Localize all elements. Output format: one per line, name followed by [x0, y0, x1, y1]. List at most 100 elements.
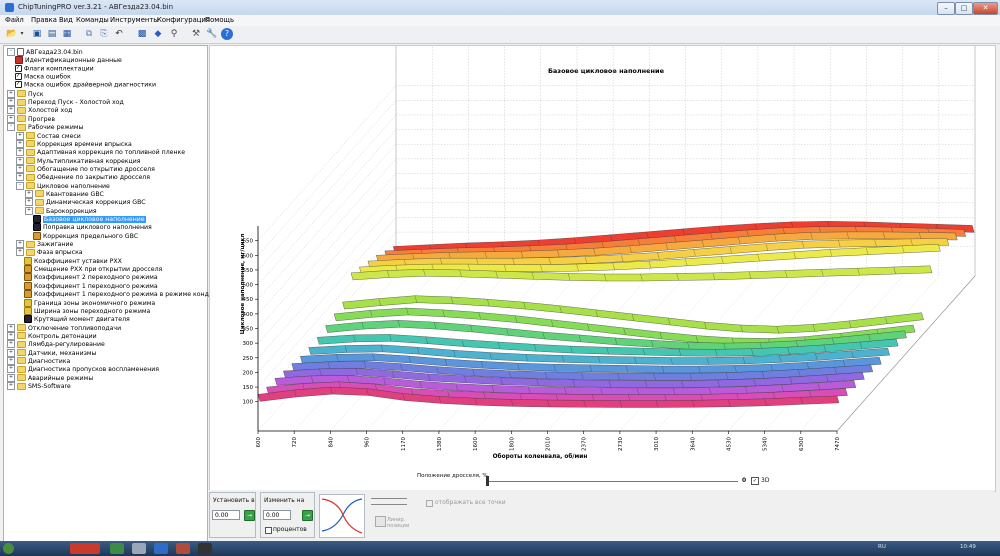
tree-item[interactable]: + Динамическая коррекция GBC	[25, 198, 146, 207]
tree-item[interactable]: + Состав смеси	[16, 131, 81, 140]
taskbar-lang[interactable]: RU	[878, 544, 886, 550]
menu-help[interactable]: Помощь	[205, 16, 234, 24]
tree-expander[interactable]: +	[16, 131, 24, 140]
taskbar-app-3[interactable]	[132, 543, 146, 554]
percent-checkbox[interactable]	[265, 527, 272, 534]
copy-icon[interactable]: ⧉	[83, 28, 95, 40]
save-as-icon[interactable]: ▤	[46, 28, 58, 40]
menu-view[interactable]: Вид	[59, 16, 73, 24]
minimize-button[interactable]: –	[937, 2, 955, 15]
tree-expander[interactable]: +	[7, 114, 15, 123]
tree-item-selected[interactable]: Базовое цикловое наполнение	[33, 215, 146, 223]
3d-checkbox[interactable]: ✓	[751, 477, 759, 485]
diamond-icon[interactable]: ◆	[152, 28, 164, 40]
tree-item[interactable]: + Мультипликативная коррекция	[16, 156, 140, 165]
tree-item[interactable]: Поправка циклового наполнения	[33, 223, 152, 232]
tree-expander[interactable]: +	[7, 356, 15, 365]
tree-item[interactable]: + Зажигание	[16, 240, 73, 249]
tree-expander[interactable]: +	[7, 106, 15, 115]
menu-config[interactable]: Конфигурация	[157, 16, 210, 24]
tree-expander[interactable]: +	[16, 156, 24, 165]
close-button[interactable]: ✕	[973, 2, 998, 15]
tree-item[interactable]: + Обеднение по закрытию дросселя	[16, 173, 150, 182]
maximize-button[interactable]: □	[955, 2, 973, 15]
tree-expander[interactable]: +	[7, 323, 15, 332]
tree-expander[interactable]: +	[16, 139, 24, 148]
set-value-input[interactable]: 0.00	[212, 510, 240, 520]
tree-item[interactable]: + Прогрев	[7, 114, 55, 123]
tree-expander[interactable]: -	[7, 48, 15, 56]
open-icon[interactable]: 📂	[6, 28, 18, 40]
curve-preview[interactable]	[319, 494, 365, 538]
tree-root[interactable]: - ABГезда23.04.bin	[7, 48, 83, 56]
tree-expander[interactable]: -	[16, 181, 24, 190]
compare-icon[interactable]: ▩	[136, 28, 148, 40]
tree-expander[interactable]: +	[25, 198, 33, 207]
linear-slider-2[interactable]	[371, 504, 407, 505]
tree-item[interactable]: + Аварийные режимы	[7, 373, 93, 382]
save-all-icon[interactable]: ▦	[61, 28, 73, 40]
linear-icon[interactable]	[375, 516, 386, 527]
dropdown-arrow-icon[interactable]: ▾	[19, 28, 25, 40]
taskbar-app-6[interactable]	[198, 543, 212, 554]
tree-expander[interactable]: +	[7, 373, 15, 382]
tree-item[interactable]: Коэффициент уставки РХХ	[24, 256, 122, 265]
taskbar-app-5[interactable]	[176, 543, 190, 554]
tree-item[interactable]: Идентификационные данные	[15, 56, 122, 65]
tree-item[interactable]: Смещение РХХ при открытии дросселя	[24, 265, 162, 274]
tree-expander[interactable]: +	[7, 331, 15, 340]
tree-expander[interactable]: +	[7, 89, 15, 98]
set-apply-button[interactable]: →	[244, 510, 255, 521]
tree-item[interactable]: ✓ Флаги комплектации	[15, 64, 94, 73]
tree-item[interactable]: Граница зоны экономичного режима	[24, 298, 155, 307]
save-icon[interactable]: ▣	[31, 28, 43, 40]
menu-tools[interactable]: Инструменты	[110, 16, 159, 24]
search-icon[interactable]: ⚲	[168, 28, 180, 40]
tree-item[interactable]: + SMS-Software	[7, 382, 71, 390]
tree-item[interactable]: Коэффициент 2 переходного режима	[24, 273, 158, 282]
menu-file[interactable]: Файл	[5, 16, 24, 24]
tree-expander[interactable]: +	[16, 164, 24, 173]
tree-item[interactable]: Коэффициент 1 переходного режима	[24, 281, 158, 290]
tree-item[interactable]: - Цикловое наполнение	[16, 181, 110, 190]
tree-item[interactable]: + Фаза впрыска	[16, 248, 83, 257]
tree-item[interactable]: Коэффициент 1 переходного режима в режим…	[24, 290, 240, 299]
tree-expander[interactable]: +	[7, 340, 15, 349]
tree-expander[interactable]: +	[16, 148, 24, 157]
show-all-checkbox[interactable]	[426, 500, 433, 507]
tree-item[interactable]: + Квантование GBC	[25, 189, 104, 198]
tree-expander[interactable]: +	[16, 248, 24, 257]
throttle-slider-track[interactable]	[486, 481, 738, 482]
tree-item[interactable]: Коррекция предельного GBC	[33, 231, 138, 240]
paste-icon[interactable]: ⎘	[98, 28, 110, 40]
tree-item[interactable]: + Диагностика	[7, 356, 70, 365]
menu-commands[interactable]: Команды	[76, 16, 109, 24]
tree-item[interactable]: ✓ Маска ошибок	[15, 73, 71, 81]
tree-expander[interactable]: +	[7, 348, 15, 357]
tree-item[interactable]: ✓ Маска ошибок драйверной диагностики	[15, 81, 156, 89]
tree-item[interactable]: + Холостой ход	[7, 106, 72, 115]
tree-expander[interactable]: +	[7, 98, 15, 107]
tree-item[interactable]: + Обогащение по открытию дросселя	[16, 164, 155, 173]
tree-expander[interactable]: +	[16, 240, 24, 249]
tree-item[interactable]: Ширина зоны переходного режима	[24, 306, 150, 315]
taskbar-app-4[interactable]	[154, 543, 168, 554]
tree-item[interactable]: + Отключение топливоподачи	[7, 323, 121, 332]
tree-item[interactable]: + Переход Пуск - Холостой ход	[7, 98, 124, 107]
taskbar-app-2[interactable]	[110, 543, 124, 554]
tree-expander[interactable]: -	[7, 123, 15, 132]
linear-slider[interactable]	[371, 498, 407, 499]
menu-edit[interactable]: Правка	[31, 16, 57, 24]
change-apply-button[interactable]: →	[302, 510, 313, 521]
tree-item[interactable]: + Барокоррекция	[25, 206, 97, 215]
tree-item[interactable]: + Коррекция времени впрыска	[16, 139, 132, 148]
tree-item[interactable]: + Пуск	[7, 89, 43, 98]
tree-item[interactable]: + Лямбда-регулирование	[7, 340, 105, 349]
tree-item[interactable]: + Адаптивная коррекция по топливной пленк…	[16, 148, 185, 157]
undo-icon[interactable]: ↶	[113, 28, 125, 40]
tree-item[interactable]: + Датчики, механизмы	[7, 348, 96, 357]
tree-expander[interactable]: +	[7, 365, 15, 374]
tree-item[interactable]: Крутящий момент двигателя	[24, 315, 130, 324]
help-icon[interactable]: ?	[221, 28, 233, 40]
tool-icon[interactable]: ⚒	[190, 28, 202, 40]
